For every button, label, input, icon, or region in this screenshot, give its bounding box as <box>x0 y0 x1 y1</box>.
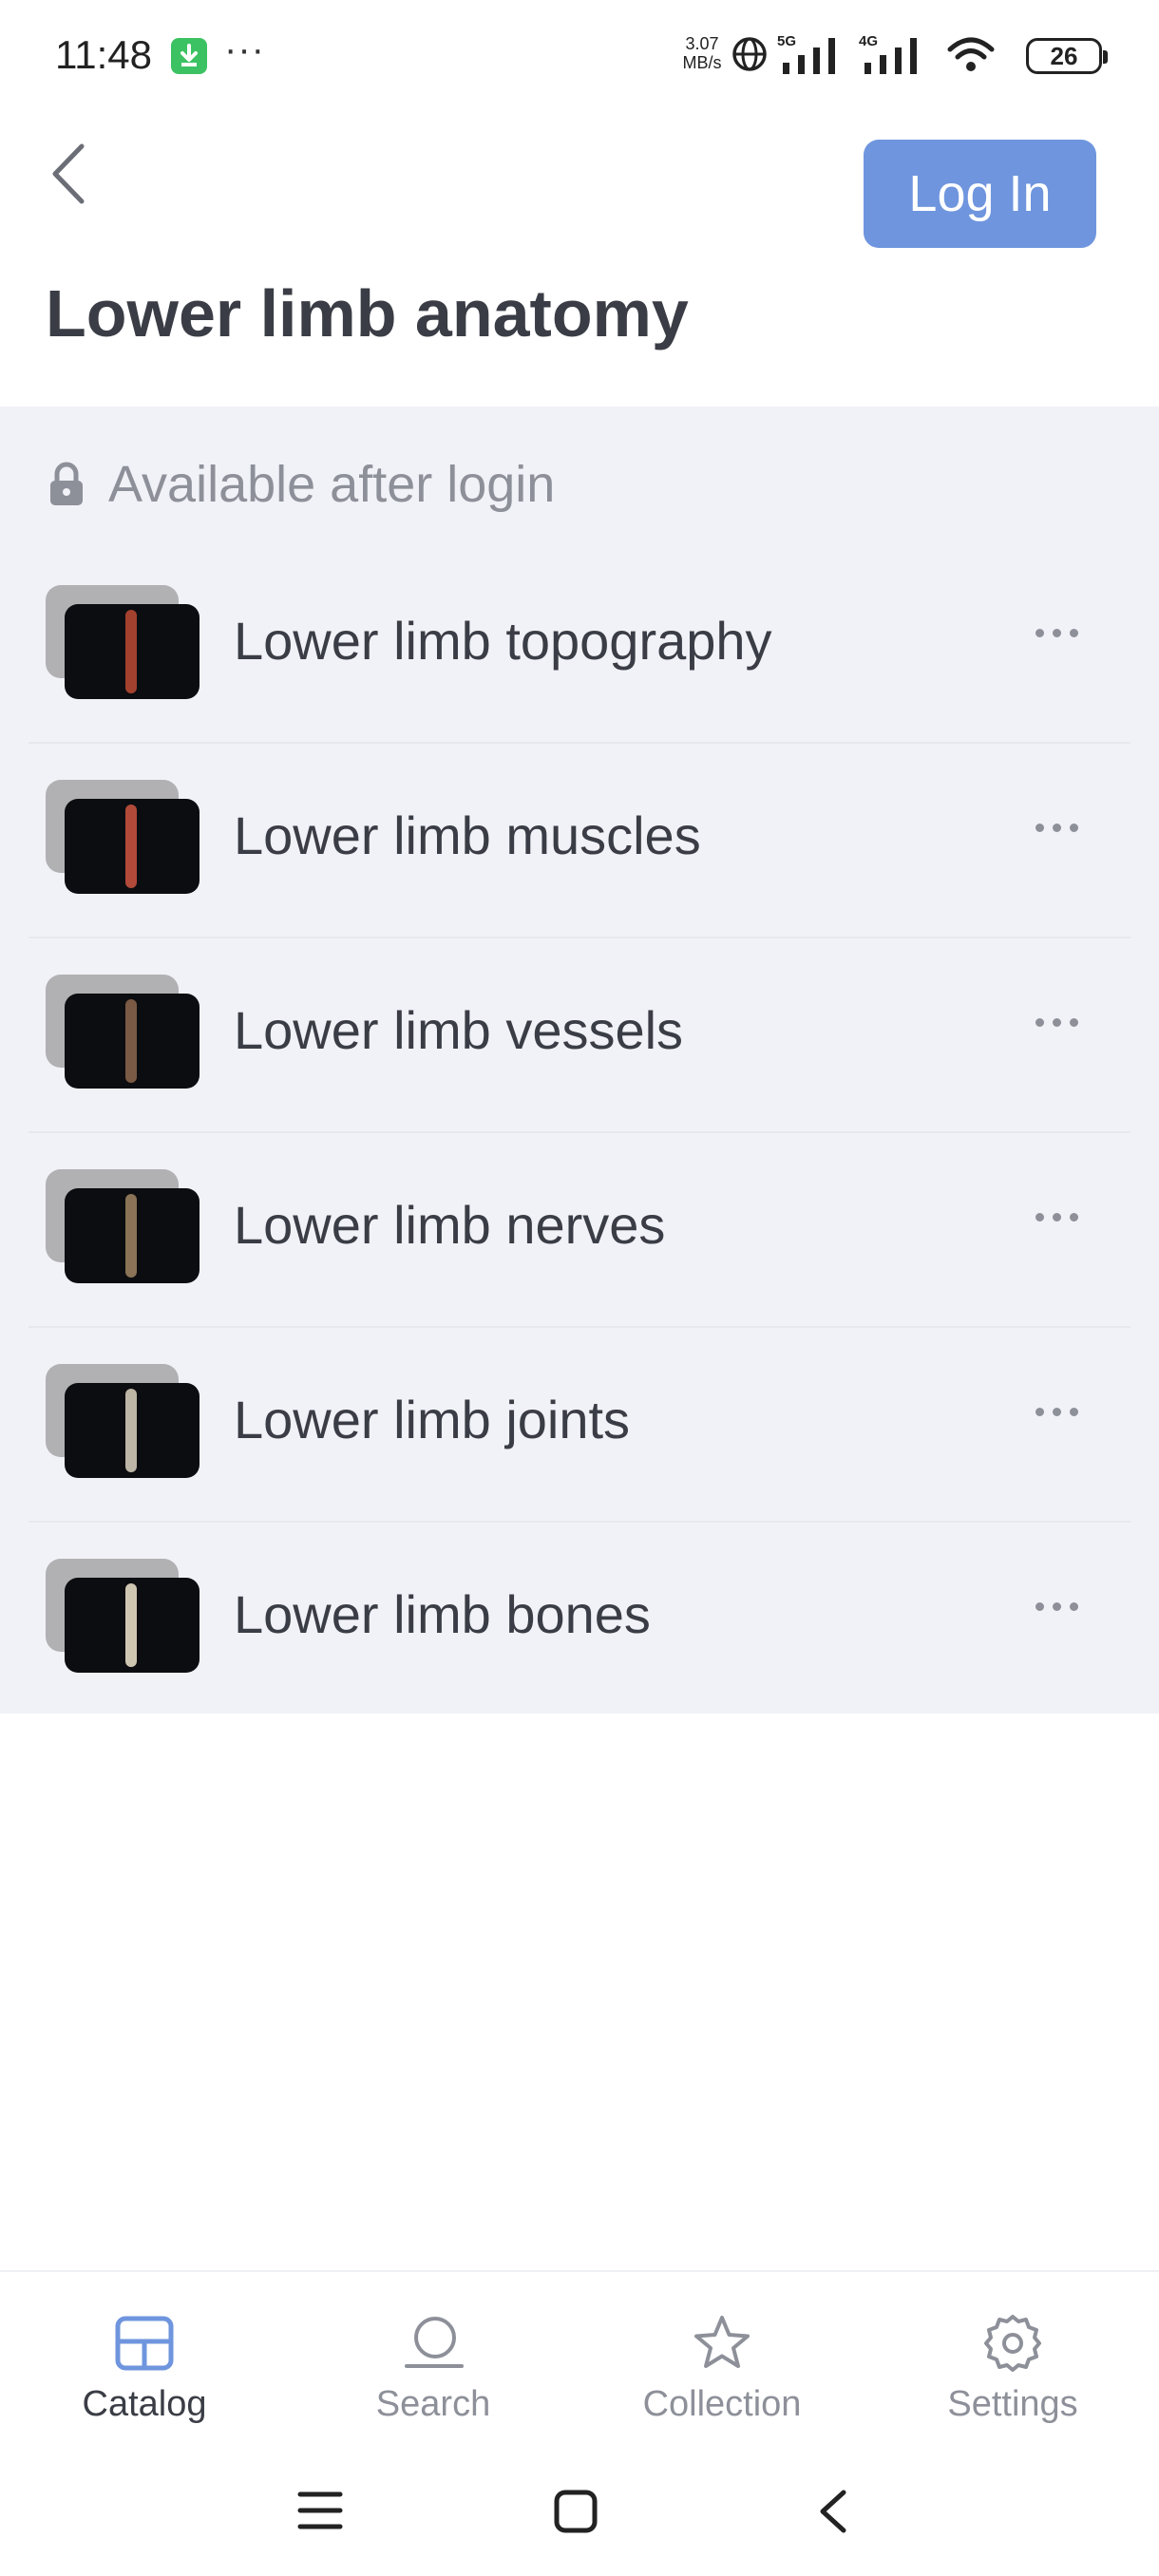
status-bar: 11:48 ··· 3.07 MB/s 5G 4G 26 <box>0 0 1159 114</box>
list-item-label: Lower limb nerves <box>234 1195 666 1255</box>
list-item[interactable]: Lower limb bones <box>28 1523 1130 1717</box>
home-icon[interactable] <box>553 2489 598 2534</box>
speed-unit: MB/s <box>682 53 722 72</box>
net2-label: 4G <box>859 33 878 49</box>
topic-thumbnail <box>46 1169 200 1283</box>
list-item-label: Lower limb topography <box>234 611 772 671</box>
page-title: Lower limb anatomy <box>46 276 689 350</box>
login-required-notice: Available after login <box>48 446 555 522</box>
net1-label: 5G <box>777 33 796 49</box>
wifi-icon <box>947 37 995 71</box>
tab-catalog[interactable]: Catalog <box>49 2310 239 2425</box>
topic-thumbnail <box>46 1364 200 1478</box>
list-item[interactable]: Lower limb vessels <box>28 938 1130 1133</box>
tab-search-label: Search <box>375 2384 491 2424</box>
tab-collection-label: Collection <box>642 2384 802 2424</box>
login-button[interactable]: Log In <box>864 140 1096 248</box>
star-icon <box>694 2316 750 2368</box>
list-item-label: Lower limb vessels <box>234 1000 684 1060</box>
topic-thumbnail <box>46 975 200 1089</box>
tab-search[interactable]: Search <box>338 2310 528 2425</box>
list-item[interactable]: Lower limb joints <box>28 1328 1130 1523</box>
more-options-icon[interactable] <box>1036 1014 1092 1052</box>
list-item[interactable]: Lower limb nerves <box>28 1133 1130 1328</box>
topic-thumbnail <box>46 585 200 699</box>
system-back-icon[interactable] <box>813 2489 851 2534</box>
topic-list: Lower limb topography Lower limb muscles… <box>0 549 1159 1717</box>
globe-icon <box>732 37 767 71</box>
gear-icon <box>984 2315 1041 2372</box>
lock-icon <box>50 462 83 505</box>
search-icon <box>405 2317 464 2368</box>
list-item[interactable]: Lower limb muscles <box>28 744 1130 938</box>
battery-indicator: 26 <box>1026 38 1108 74</box>
recent-apps-icon[interactable] <box>296 2489 344 2532</box>
download-notification-icon <box>171 38 207 74</box>
back-button[interactable] <box>46 141 93 207</box>
more-notifications-icon: ··· <box>224 28 265 70</box>
speed-value: 3.07 <box>685 34 719 53</box>
more-options-icon[interactable] <box>1036 625 1092 663</box>
list-item-label: Lower limb joints <box>234 1390 631 1449</box>
signal-5g-icon: 5G <box>777 33 835 74</box>
topic-thumbnail <box>46 780 200 894</box>
system-navigation-bar <box>0 2451 1159 2576</box>
content-list-section: Available after login Lower limb topogra… <box>0 407 1159 1714</box>
network-speed: 3.07 MB/s <box>678 34 726 72</box>
list-item[interactable]: Lower limb topography <box>28 549 1130 744</box>
tab-settings-label: Settings <box>947 2384 1078 2424</box>
lock-text: Available after login <box>108 456 556 513</box>
more-options-icon[interactable] <box>1036 1209 1092 1247</box>
list-item-label: Lower limb bones <box>234 1584 651 1644</box>
tab-settings[interactable]: Settings <box>918 2310 1108 2425</box>
more-options-icon[interactable] <box>1036 1599 1092 1637</box>
list-item-label: Lower limb muscles <box>234 805 701 865</box>
status-indicators: 3.07 MB/s 5G 4G 26 <box>627 28 1108 85</box>
more-options-icon[interactable] <box>1036 1404 1092 1442</box>
tab-collection[interactable]: Collection <box>627 2310 817 2425</box>
topic-thumbnail <box>46 1559 200 1673</box>
signal-4g-icon: 4G <box>859 33 917 74</box>
grid-icon <box>115 2316 174 2371</box>
status-time: 11:48 <box>55 32 152 77</box>
tab-catalog-label: Catalog <box>82 2384 207 2424</box>
bottom-navigation: Catalog Search Collection Settings <box>0 2270 1159 2445</box>
more-options-icon[interactable] <box>1036 820 1092 858</box>
